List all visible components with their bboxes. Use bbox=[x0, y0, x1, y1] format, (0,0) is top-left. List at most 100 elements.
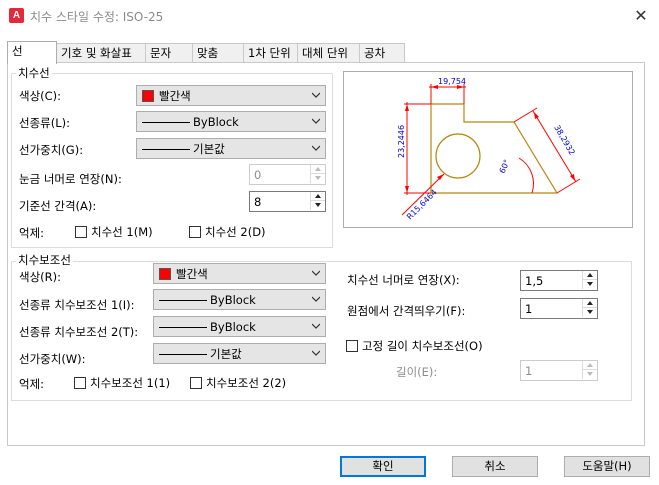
ext-extend-spinner[interactable]: 1,5 bbox=[520, 270, 598, 291]
spin-down-icon[interactable] bbox=[310, 174, 325, 183]
combo-value: 기본값 bbox=[193, 142, 225, 156]
tab-label: 선 bbox=[12, 44, 23, 58]
chevron-down-icon bbox=[312, 270, 320, 276]
spin-up-icon[interactable] bbox=[582, 299, 597, 308]
ok-button[interactable]: 확인 bbox=[340, 456, 426, 477]
checkbox-label: 치수보조선 2(2) bbox=[206, 376, 287, 390]
spinner-value: 1,5 bbox=[525, 274, 544, 288]
chevron-down-icon bbox=[312, 145, 320, 151]
combo-value: ByBlock bbox=[193, 115, 239, 129]
suppress-ext-line-1-checkbox[interactable]: 치수보조선 1(1) bbox=[74, 376, 189, 390]
spinner-value: 1 bbox=[525, 302, 533, 316]
ext-linetype1-label: 선종류 치수보조선 1(I): bbox=[19, 298, 135, 312]
chevron-down-icon bbox=[312, 350, 320, 356]
checkbox-box bbox=[189, 226, 201, 238]
spinner-value: 1 bbox=[525, 364, 533, 378]
lineweight-label: 선가중치(G): bbox=[19, 143, 84, 157]
dim-text-left: 23,2446 bbox=[397, 125, 406, 158]
title-bar: A 치수 스타일 수정: ISO-25 ✕ bbox=[0, 0, 659, 32]
dim-text-right: 38,2932 bbox=[552, 124, 576, 157]
dimension-preview: 19,754 23,2446 38,2932 60° R15,6464 bbox=[343, 71, 633, 228]
cancel-button[interactable]: 취소 bbox=[452, 456, 538, 477]
baseline-spacing-spinner[interactable]: 8 bbox=[249, 191, 326, 212]
line-sample-icon bbox=[159, 300, 207, 301]
dim-linetype-combo[interactable]: ByBlock bbox=[136, 111, 326, 132]
tab-fit[interactable]: 맞춤 bbox=[192, 43, 244, 63]
spin-up-icon[interactable] bbox=[310, 192, 325, 201]
ext-offset-spinner[interactable]: 1 bbox=[520, 298, 598, 319]
close-button[interactable]: ✕ bbox=[630, 6, 652, 26]
linetype-label: 선종류(L): bbox=[19, 116, 70, 130]
help-button[interactable]: 도움말(H) bbox=[564, 456, 650, 477]
checkbox-box bbox=[190, 377, 202, 389]
tab-primary-units[interactable]: 1차 단위 bbox=[243, 43, 298, 63]
baseline-spacing-label: 기준선 간격(A): bbox=[19, 199, 97, 213]
suppress-dim-line-2-checkbox[interactable]: 치수선 2(D) bbox=[189, 225, 299, 239]
tab-label: 문자 bbox=[150, 46, 172, 60]
ext-linetype2-combo[interactable]: ByBlock bbox=[153, 316, 326, 337]
dim-text-top: 19,754 bbox=[438, 77, 466, 86]
chevron-down-icon bbox=[312, 92, 320, 98]
extend-beyond-ticks-spinner[interactable]: 0 bbox=[249, 164, 326, 185]
tab-lines[interactable]: 선 bbox=[7, 41, 57, 64]
spin-up-icon[interactable] bbox=[310, 165, 325, 174]
ext-linetype1-combo[interactable]: ByBlock bbox=[153, 289, 326, 310]
tab-label: 기호 및 화살표 bbox=[61, 46, 132, 60]
autocad-logo-icon: A bbox=[9, 8, 24, 23]
group-label: 치수선 bbox=[16, 66, 52, 80]
spin-down-icon[interactable] bbox=[582, 370, 597, 379]
spin-up-icon[interactable] bbox=[582, 361, 597, 370]
tab-label: 공차 bbox=[364, 46, 386, 60]
tab-text[interactable]: 문자 bbox=[145, 43, 193, 63]
suppress-ext-line-2-checkbox[interactable]: 치수보조선 2(2) bbox=[190, 376, 305, 390]
red-swatch-icon bbox=[142, 90, 154, 102]
dim-lineweight-combo[interactable]: 기본값 bbox=[136, 138, 326, 159]
ext-lineweight-combo[interactable]: 기본값 bbox=[153, 343, 326, 364]
ext-linetype2-label: 선종류 치수보조선 2(T): bbox=[19, 325, 139, 339]
line-sample-icon bbox=[142, 122, 190, 123]
checkbox-box bbox=[346, 340, 358, 352]
extend-beyond-ticks-label: 눈금 너머로 연장(N): bbox=[19, 172, 122, 186]
ext-length-label: 길이(E): bbox=[396, 365, 438, 379]
group-label: 치수보조선 bbox=[16, 253, 73, 267]
tab-label: 1차 단위 bbox=[248, 46, 291, 60]
ext-suppress-label: 억제: bbox=[19, 377, 45, 391]
chevron-down-icon bbox=[312, 323, 320, 329]
tab-label: 맞춤 bbox=[197, 46, 219, 60]
ext-color-label: 색상(R): bbox=[19, 270, 61, 284]
window-title: 치수 스타일 수정: ISO-25 bbox=[30, 10, 164, 24]
fixed-length-ext-lines-checkbox[interactable]: 고정 길이 치수보조선(O) bbox=[346, 339, 516, 353]
chevron-down-icon bbox=[312, 118, 320, 124]
ext-length-spinner[interactable]: 1 bbox=[520, 360, 598, 381]
ext-offset-label: 원점에서 간격띄우기(F): bbox=[347, 304, 466, 318]
tab-symbols-arrows[interactable]: 기호 및 화살표 bbox=[56, 43, 146, 63]
dim-color-combo[interactable]: 빨간색 bbox=[136, 85, 326, 106]
checkbox-label: 치수보조선 1(1) bbox=[90, 376, 171, 390]
checkbox-label: 치수선 1(M) bbox=[91, 225, 153, 239]
ext-extend-label: 치수선 너머로 연장(X): bbox=[347, 273, 460, 287]
dim-text-angle: 60° bbox=[498, 158, 512, 175]
spinner-value: 8 bbox=[254, 195, 262, 209]
combo-value: 기본값 bbox=[210, 347, 242, 361]
suppress-dim-line-1-checkbox[interactable]: 치수선 1(M) bbox=[75, 225, 185, 239]
suppress-label: 억제: bbox=[19, 226, 45, 240]
tab-alternate-units[interactable]: 대체 단위 bbox=[297, 43, 360, 63]
combo-value: ByBlock bbox=[210, 320, 256, 334]
red-swatch-icon bbox=[159, 268, 171, 280]
combo-value: 빨간색 bbox=[176, 267, 208, 281]
spin-down-icon[interactable] bbox=[310, 201, 325, 210]
spinner-value: 0 bbox=[254, 168, 262, 182]
spin-down-icon[interactable] bbox=[582, 308, 597, 317]
chevron-down-icon bbox=[312, 296, 320, 302]
tab-tolerances[interactable]: 공차 bbox=[359, 43, 405, 63]
spin-down-icon[interactable] bbox=[582, 280, 597, 289]
ext-lineweight-label: 선가중치(W): bbox=[19, 352, 86, 366]
line-sample-icon bbox=[159, 327, 207, 328]
line-sample-icon bbox=[159, 354, 207, 355]
spin-up-icon[interactable] bbox=[582, 271, 597, 280]
combo-value: 빨간색 bbox=[159, 89, 191, 103]
ext-color-combo[interactable]: 빨간색 bbox=[153, 263, 326, 284]
checkbox-label: 고정 길이 치수보조선(O) bbox=[362, 339, 483, 353]
checkbox-box bbox=[74, 377, 86, 389]
line-sample-icon bbox=[142, 149, 190, 150]
